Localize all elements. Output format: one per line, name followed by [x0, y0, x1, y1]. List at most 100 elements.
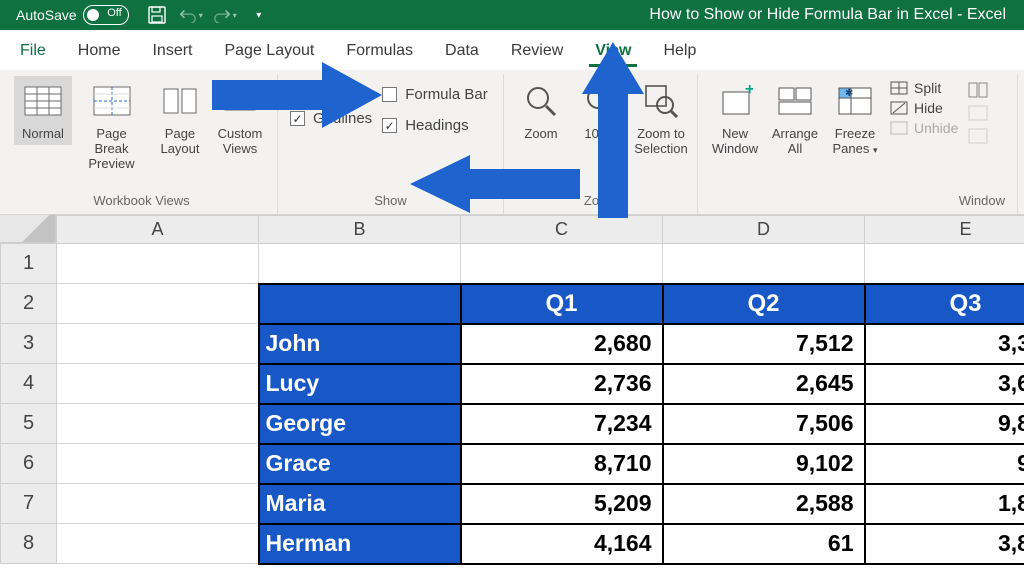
cell[interactable]: 7,234: [461, 404, 663, 444]
cell[interactable]: 2,645: [663, 364, 865, 404]
cell[interactable]: 2,588: [663, 484, 865, 524]
hide-label: Hide: [914, 100, 943, 116]
cell[interactable]: 953: [865, 444, 1024, 484]
col-header-c[interactable]: C: [461, 216, 663, 244]
cell[interactable]: [57, 404, 259, 444]
page-break-preview-button[interactable]: Page Break Preview: [74, 76, 149, 175]
freeze-panes-icon: ✱: [834, 80, 876, 122]
row-header-7[interactable]: 7: [1, 484, 57, 524]
cell[interactable]: [259, 244, 461, 284]
cell[interactable]: 9,102: [663, 444, 865, 484]
cell[interactable]: [57, 444, 259, 484]
cell[interactable]: [57, 244, 259, 284]
qat-customize-icon[interactable]: ▾: [247, 3, 271, 27]
cell[interactable]: 3,807: [865, 524, 1024, 564]
autosave-control[interactable]: AutoSave Off: [16, 5, 129, 25]
view-side-by-side-icon[interactable]: [968, 82, 988, 101]
normal-view-button[interactable]: Normal: [14, 76, 72, 145]
sync-scroll-icon[interactable]: [968, 105, 988, 124]
cell[interactable]: 61: [663, 524, 865, 564]
cell[interactable]: [259, 284, 461, 324]
cell[interactable]: 5,209: [461, 484, 663, 524]
split-button[interactable]: Split: [890, 80, 958, 96]
row-header-3[interactable]: 3: [1, 324, 57, 364]
cell[interactable]: Maria: [259, 484, 461, 524]
headings-checkbox[interactable]: Headings: [382, 117, 488, 134]
tab-help[interactable]: Help: [647, 34, 712, 70]
cell[interactable]: [57, 524, 259, 564]
row-header-4[interactable]: 4: [1, 364, 57, 404]
col-header-a[interactable]: A: [57, 216, 259, 244]
grid-row: 7 Maria 5,209 2,588 1,802: [1, 484, 1024, 524]
row-header-2[interactable]: 2: [1, 284, 57, 324]
col-header-b[interactable]: B: [259, 216, 461, 244]
column-headers[interactable]: A B C D E: [1, 216, 1024, 244]
cell[interactable]: 2,736: [461, 364, 663, 404]
magnifier-icon: [520, 80, 562, 122]
row-header-1[interactable]: 1: [1, 244, 57, 284]
tab-data[interactable]: Data: [429, 34, 495, 70]
row-header-5[interactable]: 5: [1, 404, 57, 444]
new-window-icon: +: [714, 80, 756, 122]
cell[interactable]: [57, 324, 259, 364]
cell[interactable]: John: [259, 324, 461, 364]
select-all-triangle[interactable]: [0, 215, 56, 243]
reset-window-icon[interactable]: [968, 128, 988, 147]
page-break-preview-label: Page Break Preview: [78, 126, 145, 171]
cell[interactable]: 7,506: [663, 404, 865, 444]
cell[interactable]: Q2: [663, 284, 865, 324]
cell[interactable]: Herman: [259, 524, 461, 564]
cell[interactable]: 4,164: [461, 524, 663, 564]
grid-row: 4 Lucy 2,736 2,645 3,632: [1, 364, 1024, 404]
cell[interactable]: Q3: [865, 284, 1024, 324]
title-bar: AutoSave Off ▾ ▾ ▾ How to Show or Hide F…: [0, 0, 1024, 30]
unhide-label: Unhide: [914, 120, 958, 136]
cell[interactable]: George: [259, 404, 461, 444]
row-header-6[interactable]: 6: [1, 444, 57, 484]
tab-insert[interactable]: Insert: [136, 34, 208, 70]
cell[interactable]: 7,512: [663, 324, 865, 364]
grid-row: 3 John 2,680 7,512 3,332: [1, 324, 1024, 364]
zoom-button[interactable]: Zoom: [512, 76, 570, 145]
undo-icon[interactable]: ▾: [179, 3, 203, 27]
cell[interactable]: 1,802: [865, 484, 1024, 524]
document-title: How to Show or Hide Formula Bar in Excel…: [649, 6, 1006, 24]
cell[interactable]: 3,332: [865, 324, 1024, 364]
cell[interactable]: Grace: [259, 444, 461, 484]
row-header-8[interactable]: 8: [1, 524, 57, 564]
col-header-d[interactable]: D: [663, 216, 865, 244]
cell[interactable]: [57, 284, 259, 324]
redo-icon[interactable]: ▾: [213, 3, 237, 27]
arrange-all-label: Arrange All: [772, 126, 818, 156]
cell[interactable]: 9,867: [865, 404, 1024, 444]
freeze-panes-button[interactable]: ✱ Freeze Panes ▾: [826, 76, 884, 160]
cell[interactable]: [461, 244, 663, 284]
autosave-state: Off: [107, 7, 121, 19]
cell[interactable]: 8,710: [461, 444, 663, 484]
cell[interactable]: 3,632: [865, 364, 1024, 404]
page-layout-button[interactable]: Page Layout: [151, 76, 209, 160]
new-window-button[interactable]: + New Window: [706, 76, 764, 160]
spreadsheet-grid: A B C D E 1 2 Q1 Q2 Q3 3 John 2,680: [0, 215, 1024, 565]
tab-file[interactable]: File: [4, 34, 62, 70]
cell[interactable]: 2,680: [461, 324, 663, 364]
tab-home[interactable]: Home: [62, 34, 137, 70]
tab-review[interactable]: Review: [495, 34, 579, 70]
cell[interactable]: [663, 244, 865, 284]
grid-row: 5 George 7,234 7,506 9,867: [1, 404, 1024, 444]
cell[interactable]: [57, 484, 259, 524]
cell[interactable]: Q1: [461, 284, 663, 324]
cell[interactable]: Lucy: [259, 364, 461, 404]
autosave-toggle[interactable]: Off: [83, 5, 129, 25]
save-icon[interactable]: [145, 3, 169, 27]
cell[interactable]: [865, 244, 1024, 284]
split-icon: [890, 81, 908, 95]
headings-label: Headings: [405, 117, 468, 134]
arrange-all-button[interactable]: Arrange All: [766, 76, 824, 160]
hide-button[interactable]: Hide: [890, 100, 958, 116]
checkbox-checked-icon: [382, 118, 397, 133]
grid-row: 6 Grace 8,710 9,102 953: [1, 444, 1024, 484]
cell[interactable]: [57, 364, 259, 404]
formula-bar-checkbox[interactable]: Formula Bar: [382, 86, 488, 103]
col-header-e[interactable]: E: [865, 216, 1024, 244]
